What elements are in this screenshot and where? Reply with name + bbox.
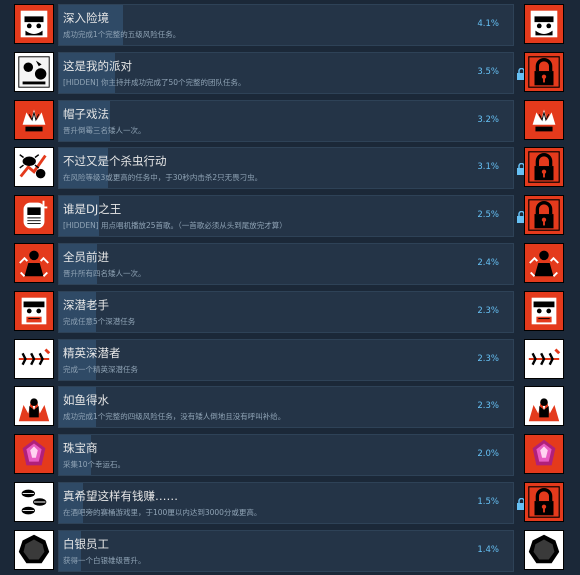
achievement-title: 不过又是个杀虫行动 xyxy=(63,154,167,169)
gem-icon xyxy=(14,434,54,475)
gem-icon xyxy=(524,434,564,475)
achievement-row[interactable]: 深潜老手完成任意5个深潜任务 2.3% xyxy=(0,290,580,335)
achievement-description: 完成任意5个深潜任务 xyxy=(63,316,136,326)
achievement-panel: 帽子戏法晋升倒霉三名矮人一次。 3.2% xyxy=(58,99,514,142)
achievement-row[interactable]: 全员前进晋升所有四名矮人一次。 2.4% xyxy=(0,243,580,287)
unlock-percentage: 3.5% xyxy=(477,66,499,77)
unlock-percentage: 2.5% xyxy=(477,210,499,221)
four-dwarves-icon xyxy=(14,243,54,283)
jukebox-icon xyxy=(14,195,54,236)
achievement-title: 帽子戏法 xyxy=(63,106,109,121)
achievement-title: 深入险境 xyxy=(63,11,109,25)
barrels-icon xyxy=(14,482,54,522)
achievement-panel: 不过又是个杀虫行动在风险等级3或更高的任务中，于30秒内击杀2只无畏刁虫。 3.1… xyxy=(58,147,514,190)
achievement-row[interactable]: 帽子戏法晋升倒霉三名矮人一次。 3.2% xyxy=(0,99,580,144)
miner-face-icon xyxy=(524,4,564,44)
unlock-percentage: 2.0% xyxy=(477,449,499,460)
achievement-list: 深入险境成功完成1个完整的五级风险任务。 4.1% 这是我的派对 [HIDDEN] 你… xyxy=(0,0,580,575)
achievement-panel: 真希望这样有钱赚…… 在酒吧旁的赛桶游戏里，于100厘以内达到3000分或更高。 1… xyxy=(58,482,514,524)
achievement-title: 精英深潜者 xyxy=(63,345,121,360)
achievement-title: 深潜老手 xyxy=(63,297,109,312)
unlock-percentage: 1.4% xyxy=(477,544,499,555)
achievement-row[interactable]: 谁是DJ之王 [HIDDEN] 用点唱机播放25首歌。（一首歌必须从头到尾放完才算… xyxy=(0,195,580,239)
four-dwarves-icon xyxy=(524,243,564,283)
achievement-description: [HIDDEN] 你主持并成功完成了50个完整的团队任务。 xyxy=(63,77,246,87)
veteran-face-icon xyxy=(14,290,54,331)
achievement-panel: 深潜老手完成任意5个深潜任务 2.3% xyxy=(58,290,514,333)
achievement-description: 在酒吧旁的赛桶游戏里，于100厘以内达到3000分或更高。 xyxy=(63,508,262,517)
unlock-percentage: 2.4% xyxy=(477,258,499,268)
crown-hat-icon xyxy=(14,99,54,140)
achievement-row[interactable]: 真希望这样有钱赚…… 在酒吧旁的赛桶游戏里，于100厘以内达到3000分或更高。 1… xyxy=(0,482,580,526)
achievement-row[interactable]: 精英深潜者完成一个精英深潜任务 2.3% xyxy=(0,338,580,383)
achievement-description: 完成一个精英深潜任务 xyxy=(63,364,138,374)
unlock-percentage: 4.1% xyxy=(477,19,499,29)
achievement-title: 谁是DJ之王 xyxy=(63,202,122,217)
achievement-panel: 精英深潜者完成一个精英深潜任务 2.3% xyxy=(58,338,514,381)
lock-icon xyxy=(524,482,564,522)
achievement-panel: 深入险境成功完成1个完整的五级风险任务。 4.1% xyxy=(58,4,514,46)
veteran-face-icon xyxy=(524,290,564,331)
achievement-row[interactable]: 珠宝商采集10个幸运石。 2.0% xyxy=(0,434,580,478)
achievement-title: 白银员工 xyxy=(63,536,109,551)
achievement-description: [HIDDEN] 用点唱机播放25首歌。（一首歌必须从头到尾放完才算） xyxy=(63,221,287,231)
lock-icon xyxy=(524,147,564,188)
unlock-percentage: 2.3% xyxy=(477,353,499,364)
achievement-title: 这是我的派对 xyxy=(63,58,132,73)
lock-icon xyxy=(524,51,564,92)
lock-icon xyxy=(524,195,564,236)
unlock-percentage: 1.5% xyxy=(477,497,499,507)
achievement-description: 成功完成1个完整的五级风险任务。 xyxy=(63,30,181,39)
unlock-percentage: 2.3% xyxy=(477,401,499,412)
achievement-panel: 全员前进晋升所有四名矮人一次。 2.4% xyxy=(58,243,514,285)
achievement-row[interactable]: 白银员工获得一个白银雄级晋升。 1.4% xyxy=(0,529,580,574)
unlock-percentage: 3.1% xyxy=(477,162,499,173)
achievement-panel: 这是我的派对 [HIDDEN] 你主持并成功完成了50个完整的团队任务。 3.5% xyxy=(58,51,514,94)
achievement-panel: 白银员工获得一个白银雄级晋升。 1.4% xyxy=(58,529,514,572)
achievement-description: 成功完成1个完整的四级风险任务，没有矮人倒地且没有呼叫补给。 xyxy=(63,412,286,422)
party-icon xyxy=(14,51,54,92)
bug-slash-icon xyxy=(14,147,54,188)
achievement-title: 如鱼得水 xyxy=(63,393,109,408)
crown-hat-icon xyxy=(524,99,564,140)
achievement-panel: 如鱼得水成功完成1个完整的四级风险任务，没有矮人倒地且没有呼叫补给。 2.3% xyxy=(58,386,514,429)
achievement-description: 获得一个白银雄级晋升。 xyxy=(63,555,146,565)
silver-badge-icon xyxy=(14,529,54,570)
miner-face-icon xyxy=(14,4,54,44)
unlock-percentage: 2.3% xyxy=(477,305,499,316)
elite-dive-icon xyxy=(14,338,54,379)
silver-badge-icon xyxy=(524,529,564,570)
achievement-panel: 珠宝商采集10个幸运石。 2.0% xyxy=(58,434,514,477)
unlock-percentage: 3.2% xyxy=(477,114,499,125)
elite-dive-icon xyxy=(524,338,564,379)
achievement-title: 珠宝商 xyxy=(63,441,98,456)
achievement-title: 真希望这样有钱赚…… xyxy=(63,489,178,503)
achievement-description: 在风险等级3或更高的任务中，于30秒内击杀2只无畏刁虫。 xyxy=(63,173,263,183)
flames-dwarf-icon xyxy=(524,386,564,427)
achievement-description: 采集10个幸运石。 xyxy=(63,460,126,470)
achievement-description: 晋升倒霉三名矮人一次。 xyxy=(63,125,146,135)
achievement-panel: 谁是DJ之王 [HIDDEN] 用点唱机播放25首歌。（一首歌必须从头到尾放完才算… xyxy=(58,195,514,238)
achievement-description: 晋升所有四名矮人一次。 xyxy=(63,269,146,278)
achievement-row[interactable]: 这是我的派对 [HIDDEN] 你主持并成功完成了50个完整的团队任务。 3.5% xyxy=(0,51,580,96)
achievement-row[interactable]: 深入险境成功完成1个完整的五级风险任务。 4.1% xyxy=(0,4,580,48)
achievement-title: 全员前进 xyxy=(63,250,109,264)
achievement-row[interactable]: 如鱼得水成功完成1个完整的四级风险任务，没有矮人倒地且没有呼叫补给。 2.3% xyxy=(0,386,580,430)
flames-dwarf-icon xyxy=(14,386,54,427)
achievement-row[interactable]: 不过又是个杀虫行动在风险等级3或更高的任务中，于30秒内击杀2只无畏刁虫。 3.1… xyxy=(0,147,580,191)
